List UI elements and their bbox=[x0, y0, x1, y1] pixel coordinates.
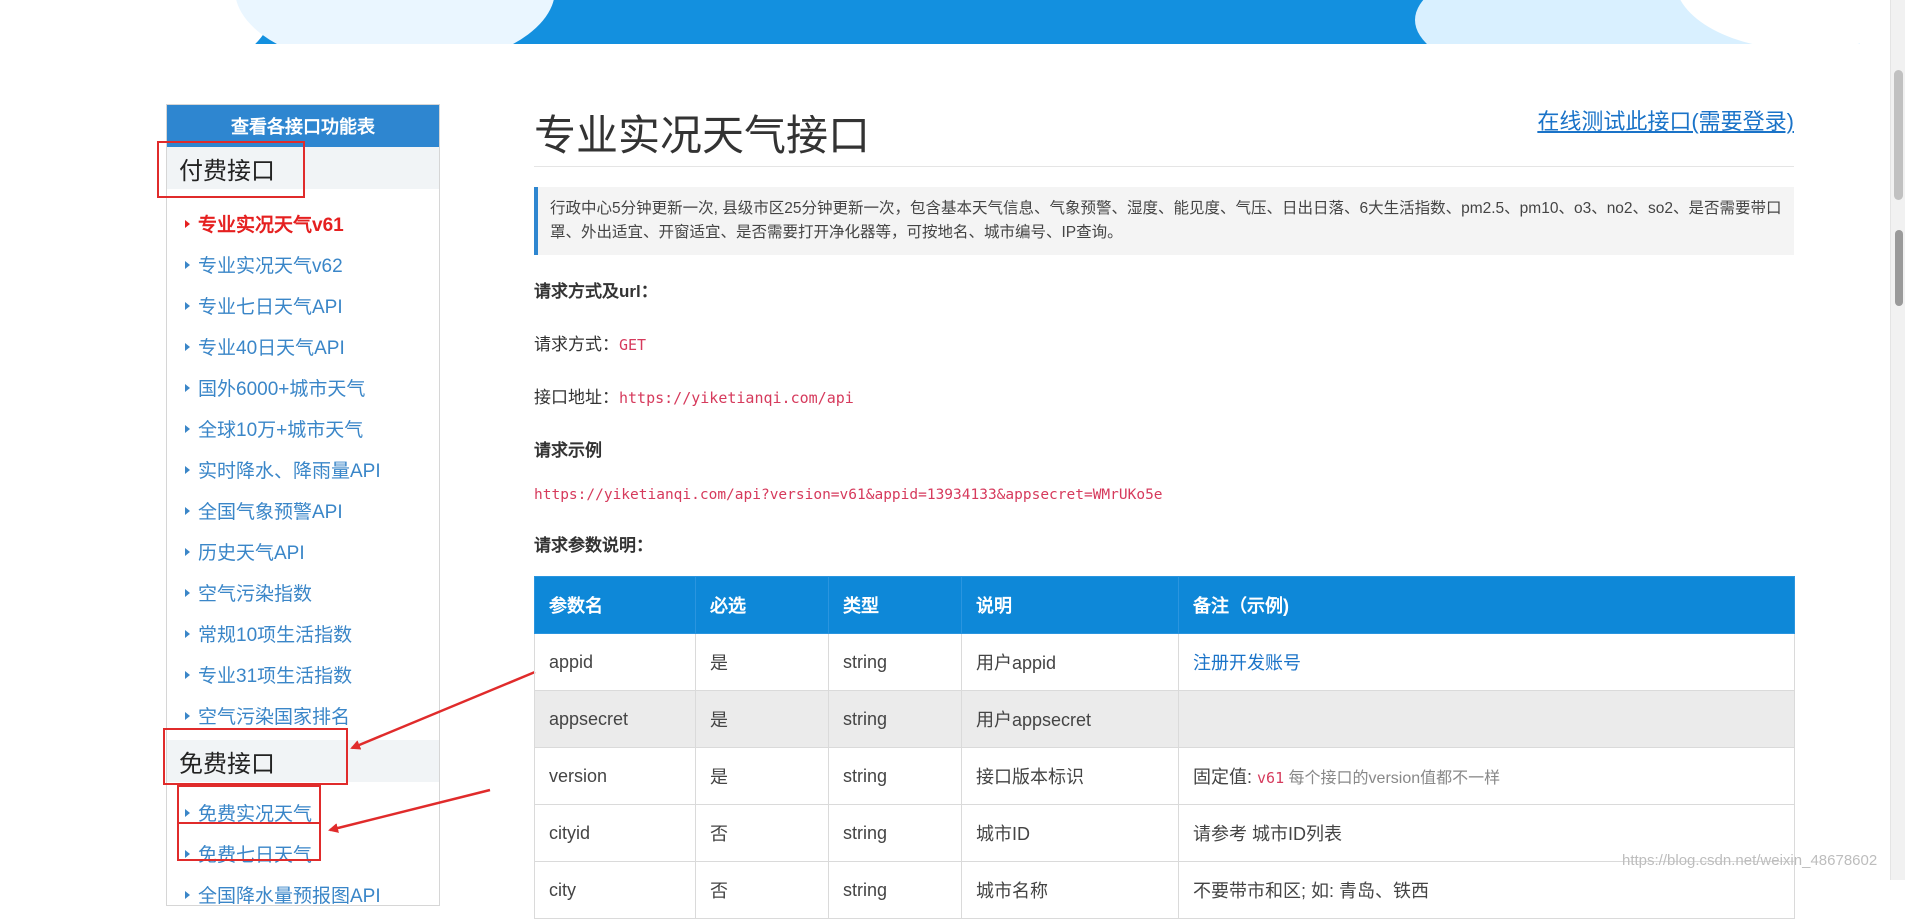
param-note: 固定值: v61 每个接口的version值都不一样 bbox=[1178, 747, 1795, 805]
sidebar-item-life-index-31[interactable]: 专业31项生活指数 bbox=[167, 654, 439, 695]
method-label: 请求方式： bbox=[534, 335, 619, 354]
sidebar-item-global-cities[interactable]: 全球10万+城市天气 bbox=[167, 408, 439, 449]
triangle-icon bbox=[185, 506, 190, 515]
sidebar-item-history[interactable]: 历史天气API bbox=[167, 531, 439, 572]
param-type: string bbox=[828, 747, 962, 805]
triangle-icon bbox=[185, 890, 190, 899]
param-desc: 接口版本标识 bbox=[961, 747, 1179, 805]
param-required: 是 bbox=[695, 633, 829, 691]
request-section-title: 请求方式及url： bbox=[534, 282, 658, 301]
column-header: 备注（示例) bbox=[1178, 576, 1795, 634]
param-type: string bbox=[828, 690, 962, 748]
url-label: 接口地址： bbox=[534, 388, 619, 407]
triangle-icon bbox=[185, 588, 190, 597]
sidebar-item-pro-realtime-v62[interactable]: 专业实况天气v62 bbox=[167, 244, 439, 285]
param-required: 是 bbox=[695, 690, 829, 748]
page-title: 专业实况天气接口 bbox=[534, 112, 871, 159]
column-header: 必选 bbox=[695, 576, 829, 634]
method-value: GET bbox=[619, 336, 647, 354]
example-title: 请求示例 bbox=[534, 441, 602, 460]
main-content: 专业实况天气接口 在线测试此接口(需要登录) 行政中心5分钟更新一次, 县级市区… bbox=[534, 92, 1795, 919]
api-url-row: 接口地址：https://yiketianqi.com/api bbox=[534, 383, 1794, 408]
param-name: version bbox=[534, 747, 696, 805]
param-name: appid bbox=[534, 633, 696, 691]
param-type: string bbox=[828, 633, 962, 691]
online-test-link[interactable]: 在线测试此接口(需要登录) bbox=[1537, 104, 1794, 136]
annotation-box-free-realtime bbox=[177, 785, 321, 824]
triangle-icon bbox=[185, 383, 190, 392]
url-value: https://yiketianqi.com/api bbox=[619, 389, 854, 407]
column-header: 说明 bbox=[961, 576, 1179, 634]
triangle-icon bbox=[185, 670, 190, 679]
params-title: 请求参数说明： bbox=[534, 536, 653, 555]
param-note: 不要带市和区; 如: 青岛、铁西 bbox=[1178, 861, 1795, 919]
triangle-icon bbox=[185, 342, 190, 351]
annotation-box-free-7day bbox=[177, 822, 321, 861]
sidebar-item-pro-40day[interactable]: 专业40日天气API bbox=[167, 326, 439, 367]
version-code: v61 bbox=[1257, 769, 1285, 787]
param-type: string bbox=[828, 804, 962, 862]
paid-list: 专业实况天气v61 专业实况天气v62 专业七日天气API 专业40日天气API… bbox=[167, 189, 439, 740]
sidebar-item-pro-realtime-v61[interactable]: 专业实况天气v61 bbox=[167, 203, 439, 244]
param-required: 否 bbox=[695, 861, 829, 919]
param-desc: 用户appsecret bbox=[961, 690, 1179, 748]
param-note: 注册开发账号 bbox=[1178, 633, 1795, 691]
annotation-box-free bbox=[163, 728, 348, 785]
top-banner bbox=[75, 0, 1860, 44]
param-name: city bbox=[534, 861, 696, 919]
params-table: 参数名 必选 类型 说明 备注（示例) appid 是 string 用户app… bbox=[534, 576, 1795, 919]
triangle-icon bbox=[185, 424, 190, 433]
request-method-row: 请求方式：GET bbox=[534, 330, 1794, 355]
param-desc: 城市ID bbox=[961, 804, 1179, 862]
param-note bbox=[1178, 690, 1795, 748]
param-required: 否 bbox=[695, 804, 829, 862]
watermark: https://blog.csdn.net/weixin_48678602 bbox=[1622, 852, 1878, 869]
param-name: cityid bbox=[534, 804, 696, 862]
triangle-icon bbox=[185, 465, 190, 474]
param-desc: 用户appid bbox=[961, 633, 1179, 691]
triangle-icon bbox=[185, 301, 190, 310]
table-row: version 是 string 接口版本标识 固定值: v61 每个接口的ve… bbox=[534, 747, 1795, 805]
sidebar-item-life-index-10[interactable]: 常规10项生活指数 bbox=[167, 613, 439, 654]
column-header: 参数名 bbox=[534, 576, 696, 634]
table-row: city 否 string 城市名称 不要带市和区; 如: 青岛、铁西 bbox=[534, 861, 1795, 919]
triangle-icon bbox=[185, 629, 190, 638]
scrollbar-thumb[interactable] bbox=[1894, 70, 1903, 200]
param-name: appsecret bbox=[534, 690, 696, 748]
example-url: https://yiketianqi.com/api?version=v61&a… bbox=[534, 487, 1163, 503]
vertical-scrollbar[interactable] bbox=[1890, 0, 1905, 880]
table-row: cityid 否 string 城市ID 请参考 城市ID列表 bbox=[534, 804, 1795, 862]
scrollbar-grip[interactable] bbox=[1895, 230, 1903, 306]
triangle-icon bbox=[185, 711, 190, 720]
param-type: string bbox=[828, 861, 962, 919]
triangle-icon bbox=[185, 219, 190, 228]
annotation-box-paid bbox=[157, 141, 305, 198]
table-row: appid 是 string 用户appid 注册开发账号 bbox=[534, 633, 1795, 691]
sidebar-item-rain-map[interactable]: 全国降水量预报图API bbox=[167, 874, 439, 915]
api-description: 行政中心5分钟更新一次, 县级市区25分钟更新一次，包含基本天气信息、气象预警、… bbox=[534, 187, 1794, 255]
param-required: 是 bbox=[695, 747, 829, 805]
cloud-decoration bbox=[235, 0, 555, 44]
sidebar-item-foreign-cities[interactable]: 国外6000+城市天气 bbox=[167, 367, 439, 408]
register-link[interactable]: 注册开发账号 bbox=[1193, 653, 1301, 673]
sidebar-item-air-pollution[interactable]: 空气污染指数 bbox=[167, 572, 439, 613]
param-desc: 城市名称 bbox=[961, 861, 1179, 919]
table-row: appsecret 是 string 用户appsecret bbox=[534, 690, 1795, 748]
triangle-icon bbox=[185, 547, 190, 556]
sidebar-item-warnings[interactable]: 全国气象预警API bbox=[167, 490, 439, 531]
triangle-icon bbox=[185, 260, 190, 269]
sidebar-item-precipitation[interactable]: 实时降水、降雨量API bbox=[167, 449, 439, 490]
column-header: 类型 bbox=[828, 576, 962, 634]
title-row: 专业实况天气接口 在线测试此接口(需要登录) bbox=[534, 92, 1794, 167]
table-header-row: 参数名 必选 类型 说明 备注（示例) bbox=[534, 576, 1795, 634]
sidebar-item-pro-7day[interactable]: 专业七日天气API bbox=[167, 285, 439, 326]
